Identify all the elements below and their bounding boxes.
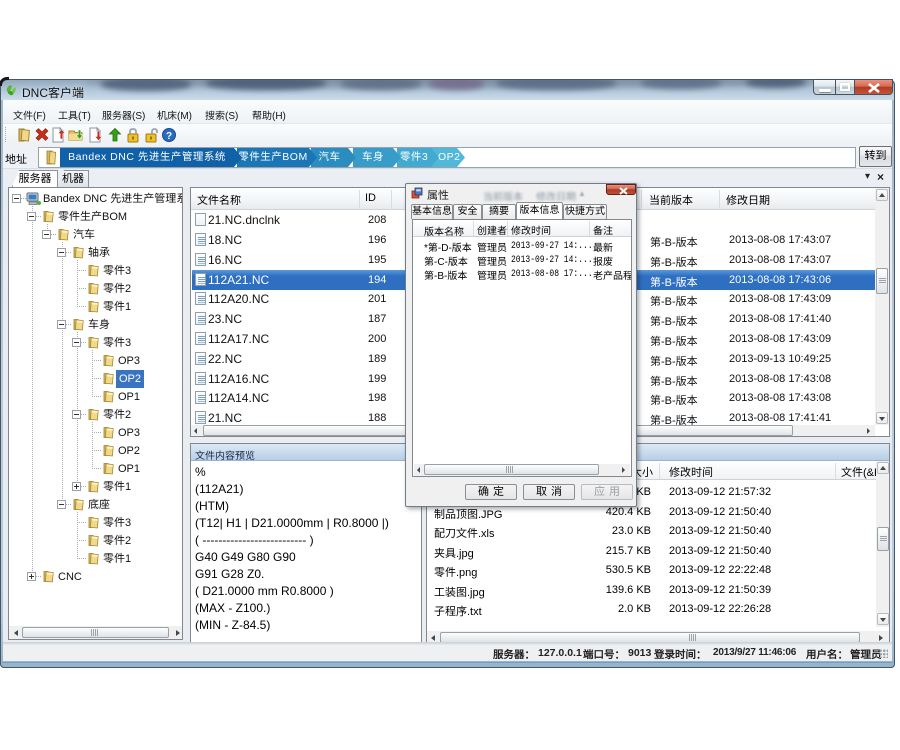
- svg-text:?: ?: [166, 131, 172, 142]
